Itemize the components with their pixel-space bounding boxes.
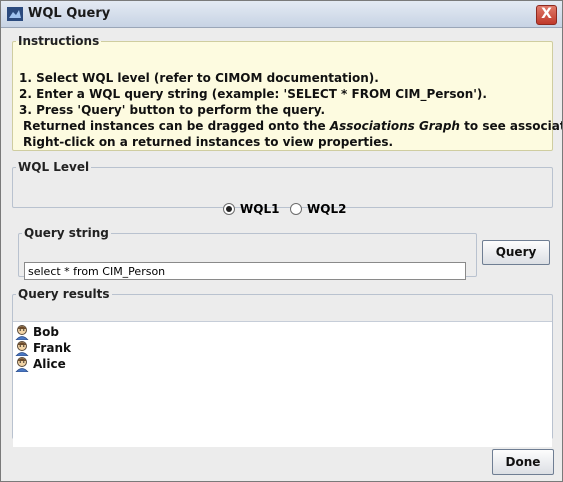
wql-query-dialog: WQL Query X Instructions 1. Select WQL l… — [0, 0, 563, 482]
window-title: WQL Query — [28, 6, 111, 21]
query-results-list[interactable]: Bob Frank Alice — [13, 321, 552, 447]
result-name: Frank — [33, 341, 71, 355]
wql2-label: WQL2 — [307, 202, 347, 216]
wql-level-panel: WQL Level WQL1 WQL2 — [12, 160, 553, 216]
query-results-panel: Query results Bob Frank Alice — [12, 287, 553, 447]
wql2-radio-button[interactable] — [290, 203, 302, 215]
associations-graph-label: Associations Graph — [329, 119, 460, 133]
instruction-line-2: 2. Enter a WQL query string (example: 'S… — [19, 87, 487, 101]
result-name: Bob — [33, 325, 59, 339]
result-item-frank[interactable]: Frank — [14, 340, 71, 356]
close-icon: X — [541, 6, 552, 22]
instruction-drag-post: to see associations. — [464, 119, 562, 133]
java-app-icon — [7, 7, 23, 21]
close-button[interactable]: X — [536, 5, 557, 25]
instruction-line-3: 3. Press 'Query' button to perform the q… — [19, 103, 326, 117]
instructions-panel: Instructions 1. Select WQL level (refer … — [12, 34, 562, 151]
wql1-radio-option[interactable]: WQL1 — [223, 202, 279, 216]
instructions-legend: Instructions — [18, 34, 100, 48]
query-results-legend: Query results — [18, 287, 110, 301]
query-string-panel: Query string — [18, 226, 477, 280]
result-name: Alice — [33, 357, 66, 371]
wql-level-legend: WQL Level — [18, 160, 90, 174]
query-string-input[interactable] — [24, 262, 466, 280]
result-item-alice[interactable]: Alice — [14, 356, 66, 372]
wql1-radio-button[interactable] — [223, 203, 235, 215]
done-button[interactable]: Done — [492, 449, 554, 475]
wql2-radio-option[interactable]: WQL2 — [290, 202, 346, 216]
instruction-line-4: Returned instances can be dragged onto t… — [19, 118, 562, 134]
person-icon — [15, 325, 29, 340]
person-icon — [15, 357, 29, 372]
query-button[interactable]: Query — [482, 240, 550, 265]
wql1-label: WQL1 — [240, 202, 280, 216]
instruction-line-1: 1. Select WQL level (refer to CIMOM docu… — [19, 71, 379, 85]
query-string-legend: Query string — [24, 226, 109, 240]
title-bar[interactable]: WQL Query X — [1, 1, 562, 28]
result-item-bob[interactable]: Bob — [14, 324, 59, 340]
person-icon — [15, 341, 29, 356]
instruction-drag-pre: Returned instances can be dragged onto t… — [23, 119, 326, 133]
instruction-line-5: Right-click on a returned instances to v… — [23, 135, 394, 149]
